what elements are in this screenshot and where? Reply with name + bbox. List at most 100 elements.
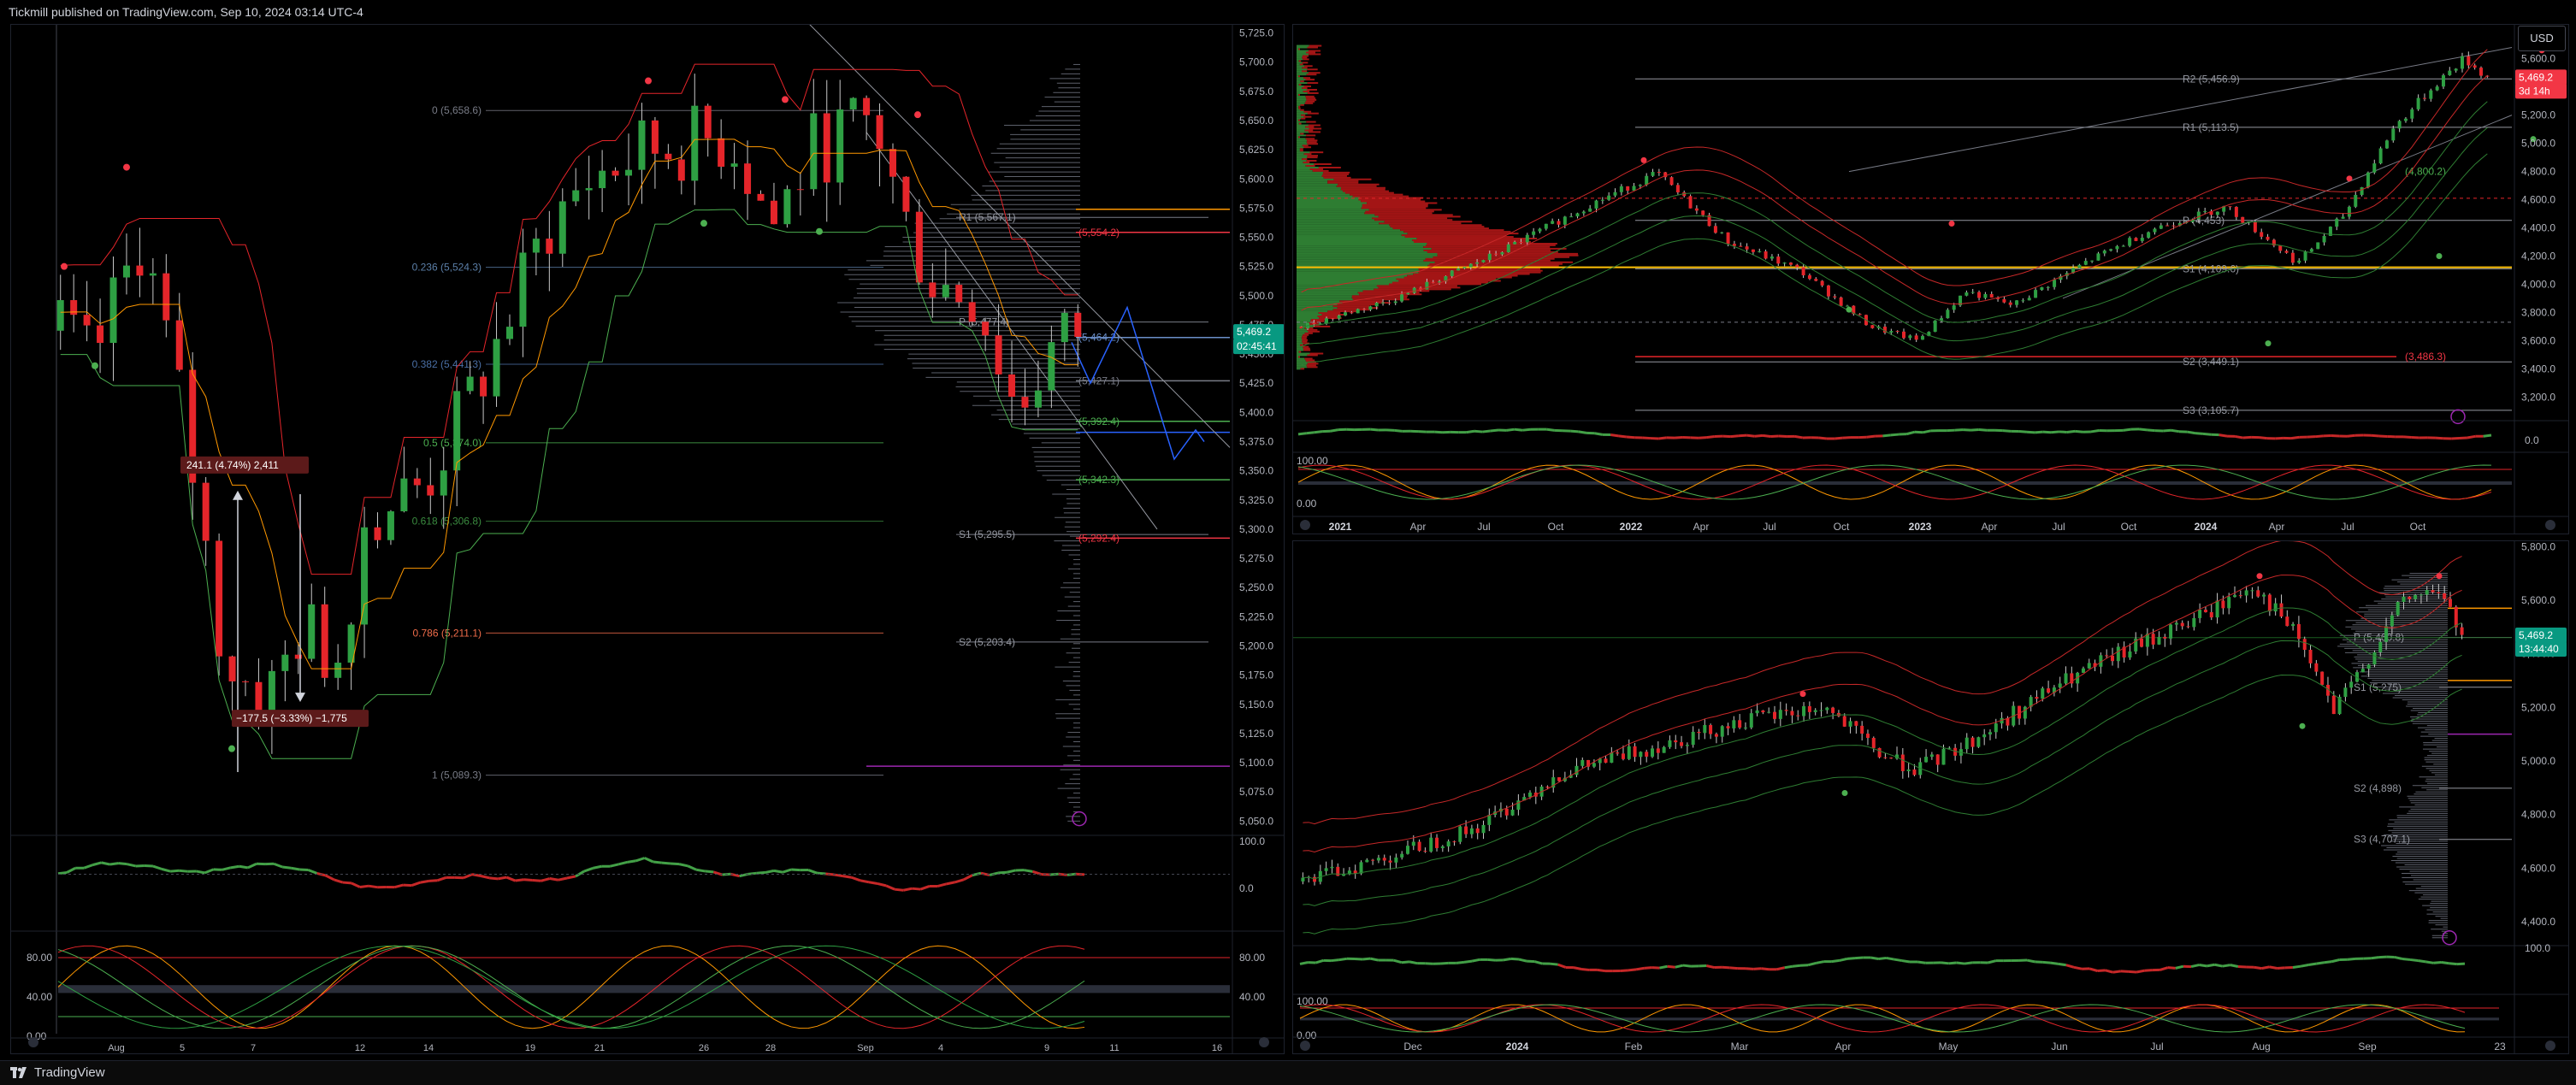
weekly-candle xyxy=(1694,208,1699,211)
daily-candle xyxy=(1411,841,1415,846)
alert-lightning-icon[interactable] xyxy=(2450,409,2466,425)
left-chart-svg[interactable]: 0 (5,658.6) 0.236 (5,524.3) 0.382 (5,441.3… xyxy=(11,25,1285,1054)
daily-chart-svg[interactable]: P (5,460.8)S1 (5,275)S2 (4,898)S3 (4,707… xyxy=(1293,541,2569,1054)
left-daily-candle xyxy=(876,115,883,150)
left-daily-candle xyxy=(730,163,738,167)
rsi-segment xyxy=(1409,960,1418,965)
rsi-segment xyxy=(2467,434,2476,439)
auto-scale-icon[interactable] xyxy=(2545,1041,2555,1051)
weekly-candle xyxy=(2165,225,2170,227)
daily-candle xyxy=(1813,710,1817,712)
left-daily-candle xyxy=(400,478,408,512)
rsi-segment xyxy=(2235,434,2244,439)
left-time-tick: 5 xyxy=(180,1043,185,1053)
daily-candle xyxy=(2296,623,2301,640)
weekly-rsi-pane[interactable]: 0.0 xyxy=(1293,420,2569,446)
weekly-candle xyxy=(1544,223,1548,229)
weekly-candle xyxy=(1933,320,1937,333)
daily-candle xyxy=(2291,623,2295,627)
rsi-segment xyxy=(1948,961,1957,965)
daily-candle xyxy=(2244,590,2248,596)
rsi-segment xyxy=(2171,428,2180,433)
weekly-candle xyxy=(1638,185,1642,186)
rsi-segment xyxy=(1521,428,1531,432)
weekly-stoch-pane[interactable]: 100.00 0.00 xyxy=(1293,451,2569,510)
daily-time-axis[interactable]: Dec 2024 Feb Mar Apr May Jun Jul Aug Sep 23 xyxy=(1293,1036,2569,1053)
left-daily-candle xyxy=(836,109,844,183)
rsi-segment xyxy=(489,876,499,881)
weekly-price-area[interactable]: R2 (5,456.9) R1 (5,113.5) P (4,453) S1 (4,1… xyxy=(1297,44,2545,425)
left-daily-candle xyxy=(599,170,606,189)
stoch-pane[interactable]: 80.0040.000.0080.0040.00 xyxy=(11,930,1285,1042)
rsi-segment xyxy=(1370,428,1379,432)
rsi-segment xyxy=(860,879,870,884)
pivot-label: S2 (4,898) xyxy=(2354,782,2402,794)
left-daily-candle xyxy=(849,97,857,110)
rsi-tick: 0.0 xyxy=(1239,882,1254,894)
weekly-price-tick: 3,600.0 xyxy=(2521,334,2555,346)
level-label: (5,464.2) xyxy=(1078,332,1120,344)
left-daily-candle xyxy=(97,325,104,344)
weekly-candle xyxy=(2303,251,2307,261)
weekly-chart-svg[interactable]: R2 (5,456.9) R1 (5,113.5) P (4,453) S1 (4,1… xyxy=(1293,25,2569,534)
weekly-candle xyxy=(1613,192,1617,196)
daily-candle xyxy=(1935,754,1940,765)
left-price-axis[interactable]: 5,725.0 5,700.0 5,675.0 5,650.0 5,625.0 5,600… xyxy=(1232,25,1273,1054)
daily-candle xyxy=(2058,683,2062,688)
rsi-segment xyxy=(1722,434,1731,439)
alert-lightning-icon[interactable] xyxy=(1072,811,1087,827)
daily-price-area[interactable]: P (5,460.8)S1 (5,275)S2 (4,898)S3 (4,707… xyxy=(1293,541,2512,946)
rsi-tick: 100.0 xyxy=(2525,942,2550,954)
rsi-pane[interactable]: 100.0 0.0 xyxy=(11,834,1285,894)
rsi-segment xyxy=(1699,436,1707,439)
upper-bollinger-line xyxy=(1303,541,2462,825)
weekly-candle xyxy=(2479,68,2483,76)
published-text: Tickmill published on TradingView.com, S… xyxy=(9,5,363,19)
left-price-area[interactable]: 0 (5,658.6) 0.236 (5,524.3) 0.382 (5,441.3… xyxy=(56,25,1231,1034)
daily-candle xyxy=(1557,777,1562,781)
daily-countdown-tag: 13:44:40 xyxy=(2519,643,2559,655)
currency-button[interactable]: USD xyxy=(2518,26,2566,51)
weekly-time-tick: Oct xyxy=(2121,521,2137,533)
rsi-segment xyxy=(1594,432,1604,436)
weekly-candle xyxy=(2034,290,2038,298)
weekly-candle xyxy=(1312,322,1316,325)
rsi-segment xyxy=(2026,958,2035,964)
weekly-candle xyxy=(2109,249,2113,251)
weekly-candle xyxy=(1462,267,1467,268)
auto-scale-icon[interactable] xyxy=(1259,1037,1269,1047)
timezone-icon[interactable] xyxy=(28,1037,38,1047)
weekly-candle xyxy=(1557,221,1561,225)
daily-candle xyxy=(1906,769,1911,771)
weekly-candle xyxy=(1632,186,1636,191)
weekly-candle xyxy=(2083,261,2088,265)
weekly-candle xyxy=(2335,218,2339,227)
stoch-tick: 40.00 xyxy=(27,991,52,1003)
daily-stoch-pane[interactable]: 100.00 0.00 xyxy=(1293,994,2569,1041)
rsi-segment xyxy=(393,883,404,889)
timezone-icon[interactable] xyxy=(1300,520,1310,530)
weekly-candle xyxy=(1977,292,1982,298)
weekly-candle xyxy=(2397,121,2402,129)
weekly-chart-pane[interactable]: R2 (5,456.9) R1 (5,113.5) P (4,453) S1 (4,1… xyxy=(1292,24,2569,534)
rsi-segment xyxy=(1314,430,1323,434)
weekly-time-axis[interactable]: 2021 Apr Jul Oct 2022 Apr Jul Oct 2023 Apr Jul Oct 2… xyxy=(1293,516,2569,533)
weekly-candle xyxy=(1839,297,1843,306)
arrow-down-icon xyxy=(295,693,305,703)
timezone-icon[interactable] xyxy=(1300,1041,1310,1051)
auto-scale-icon[interactable] xyxy=(2545,520,2555,530)
daily-candle xyxy=(1854,721,1858,726)
left-chart-pane[interactable]: 0 (5,658.6) 0.236 (5,524.3) 0.382 (5,441.3… xyxy=(10,24,1285,1054)
daily-price-axis[interactable]: 5,800.05,600.05,400.05,200.05,000.04,800… xyxy=(2514,541,2555,1054)
tradingview-logo[interactable]: TradingView xyxy=(10,1065,105,1080)
rsi-segment xyxy=(1792,964,1801,968)
rsi-segment xyxy=(1954,428,1964,432)
daily-candle xyxy=(1481,824,1486,834)
rsi-segment xyxy=(2075,429,2083,433)
left-time-axis[interactable]: Aug 5 7 12 14 19 21 26 28 Sep 4 9 11 16 xyxy=(11,1037,1285,1053)
weekly-price-axis[interactable]: 5,600.05,400.05,200.05,000.04,800.04,600… xyxy=(2514,25,2555,534)
measure-down-label: −177.5 (−3.33%) −1,775 xyxy=(236,712,347,724)
daily-chart-pane[interactable]: P (5,460.8) S1 (5,275) S2 (4,898) S3 (4,707… xyxy=(1292,540,2569,1054)
weekly-candle xyxy=(1964,292,1969,296)
daily-rsi-pane[interactable]: 100.0 xyxy=(1293,942,2569,974)
